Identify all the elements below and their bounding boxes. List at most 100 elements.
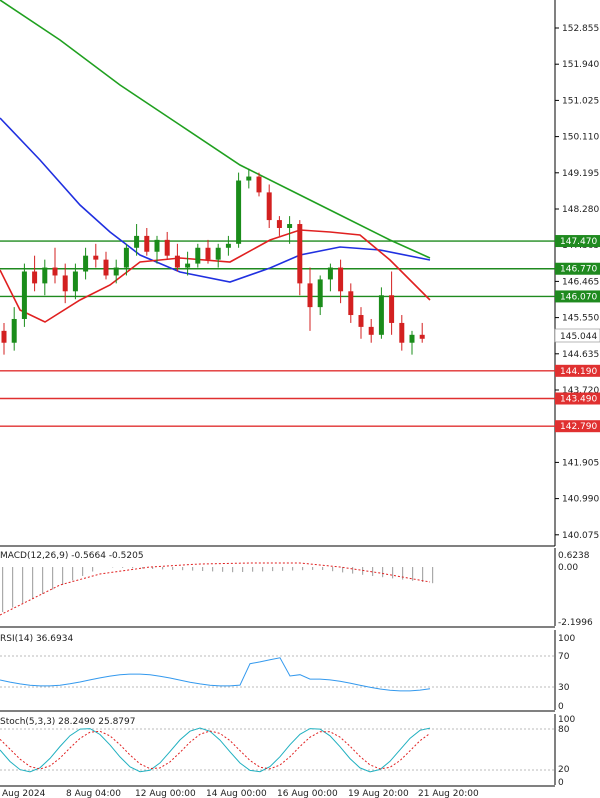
macd-bar <box>12 567 14 608</box>
macd-bar <box>22 567 24 603</box>
price-tick-label: 150.110 <box>562 133 599 143</box>
price-tick-label: 152.855 <box>562 24 599 34</box>
price-tick-label: 149.195 <box>562 169 599 179</box>
macd-bar <box>212 567 214 572</box>
candle-body <box>154 239 160 252</box>
price-panel: 152.855 151.940 151.025 150.110 149.195 148.2… <box>0 0 600 547</box>
candle-body <box>225 243 231 248</box>
candle-body <box>327 267 333 280</box>
candle-body <box>399 322 405 343</box>
x-tick: 8 Aug 04:00 <box>66 789 121 798</box>
candle-body <box>195 247 201 264</box>
macd-signal-line <box>0 562 431 616</box>
current-price-label: 145.044 <box>560 332 597 342</box>
candle-body <box>103 259 109 276</box>
price-tick-label: 146.465 <box>562 277 599 287</box>
rsi-tick: 100 <box>558 634 575 644</box>
macd-bar <box>432 567 434 584</box>
candle-body <box>83 255 89 272</box>
macd-bar <box>252 567 254 572</box>
candle-body <box>297 224 303 284</box>
x-tick: 19 Aug 20:00 <box>348 789 409 798</box>
level-label: 146.070 <box>560 292 597 302</box>
price-tick-label: 140.075 <box>562 531 599 541</box>
rsi-tick: 30 <box>558 683 570 693</box>
current-price-marker: 145.044 <box>554 328 600 343</box>
macd-bar <box>92 567 94 572</box>
ma-mid-line <box>0 117 431 283</box>
candle-body <box>246 176 252 181</box>
macd-bar <box>82 567 84 576</box>
macd-bar <box>382 567 384 578</box>
macd-bar <box>422 567 424 582</box>
level-label: 144.190 <box>560 367 597 377</box>
stoch-d-line <box>0 730 431 770</box>
macd-bar <box>332 567 334 572</box>
candle-body <box>113 267 119 276</box>
x-tick: 16 Aug 00:00 <box>277 789 338 798</box>
candle-body <box>287 224 293 228</box>
price-tick-label: 141.905 <box>562 458 599 468</box>
stoch-tick: 100 <box>558 715 575 725</box>
level-label: 147.470 <box>560 237 597 247</box>
price-tick-label: 144.635 <box>562 350 599 360</box>
macd-bar <box>292 567 294 571</box>
candle-body <box>144 235 150 252</box>
macd-bar <box>72 567 74 581</box>
candle-body <box>123 247 129 268</box>
macd-tick: -2.1996 <box>558 618 593 628</box>
price-axis: 152.855 151.940 151.025 150.110 149.195 148.2… <box>555 24 599 541</box>
macd-bar <box>162 567 164 570</box>
macd-bar <box>192 567 194 571</box>
candle-body <box>93 255 99 260</box>
price-tick-label: 140.990 <box>562 495 599 505</box>
macd-bar <box>222 567 224 572</box>
macd-bar <box>302 567 304 571</box>
time-axis: Aug 2024 8 Aug 04:00 12 Aug 00:00 14 Aug… <box>2 789 479 798</box>
candle-body <box>42 267 48 284</box>
level-label: 143.490 <box>560 395 597 405</box>
candle-body <box>62 275 68 292</box>
rsi-tick: 0 <box>558 702 564 712</box>
rsi-tick: 70 <box>558 652 570 662</box>
macd-bar <box>352 567 354 574</box>
stoch-tick: 20 <box>558 765 570 775</box>
candles <box>1 168 425 355</box>
macd-bar <box>62 567 64 585</box>
macd-bar <box>172 567 174 570</box>
candle-body <box>409 334 415 343</box>
rsi-panel: RSI(14) 36.6934 100 70 30 0 <box>0 630 575 712</box>
candle-body <box>72 271 78 292</box>
macd-bar <box>122 567 124 568</box>
macd-tick: 0.6238 <box>558 551 590 561</box>
macd-bar <box>262 567 264 572</box>
stoch-tick: 0 <box>558 778 564 788</box>
x-tick: 14 Aug 00:00 <box>206 789 267 798</box>
macd-bar <box>202 567 204 571</box>
candle-body <box>317 279 323 308</box>
candle-body <box>215 247 221 260</box>
macd-bar <box>52 567 54 590</box>
macd-bar <box>392 567 394 579</box>
level-label: 146.770 <box>560 265 597 275</box>
candle-body <box>368 326 374 335</box>
stoch-k-line <box>0 727 431 773</box>
candle-body <box>358 315 364 327</box>
macd-bar <box>282 567 284 571</box>
candle-body <box>164 239 170 256</box>
rsi-label: RSI(14) 36.6934 <box>0 634 73 644</box>
stoch-tick: 80 <box>558 725 570 735</box>
candle-body <box>307 283 313 308</box>
chart-canvas: 152.855 151.940 151.025 150.110 149.195 148.2… <box>0 0 600 798</box>
macd-panel: MACD(12,26,9) -0.5664 -0.5205 0.6238 0.0… <box>0 548 593 628</box>
candle-body <box>389 295 395 323</box>
macd-bar <box>272 567 274 572</box>
candle-body <box>11 318 17 343</box>
candle-body <box>256 176 262 193</box>
level-label: 142.790 <box>560 422 597 432</box>
candle-body <box>236 180 242 244</box>
price-tick-label: 151.025 <box>562 96 599 106</box>
macd-bar <box>242 567 244 572</box>
macd-tick: 0.00 <box>558 563 578 573</box>
macd-bar <box>182 567 184 571</box>
